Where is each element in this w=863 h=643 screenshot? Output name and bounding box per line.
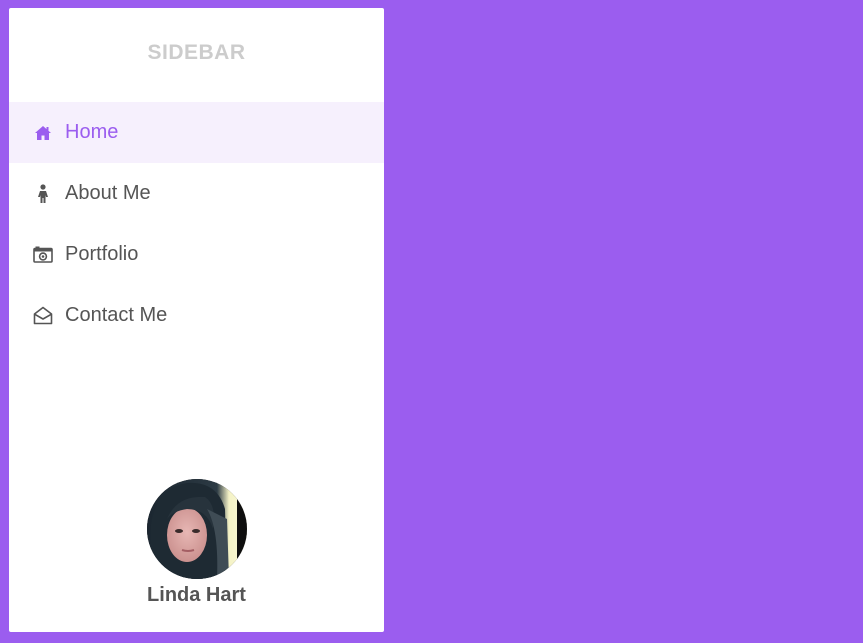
- sidebar-item-label: Home: [65, 121, 119, 143]
- avatar[interactable]: [146, 479, 247, 579]
- sidebar-item-label: About Me: [65, 182, 151, 204]
- sidebar-item-home[interactable]: Home: [9, 102, 384, 163]
- person-icon: [33, 183, 53, 204]
- sidebar-nav: Home About Me Portfolio Contact Me: [9, 102, 384, 346]
- sidebar-item-label: Portfolio: [65, 243, 139, 265]
- camera-icon: [33, 245, 53, 265]
- sidebar-item-contact-me[interactable]: Contact Me: [9, 285, 384, 346]
- sidebar-item-about-me[interactable]: About Me: [9, 163, 384, 224]
- sidebar-item-label: Contact Me: [65, 304, 168, 326]
- sidebar-title: SIDEBAR: [147, 41, 246, 64]
- sidebar-item-portfolio[interactable]: Portfolio: [9, 224, 384, 285]
- profile-section: Linda Hart: [9, 479, 384, 607]
- envelope-open-icon: [33, 306, 53, 326]
- home-icon: [33, 123, 53, 143]
- profile-name: Linda Hart: [147, 584, 246, 606]
- user-avatar-photo: [146, 479, 247, 579]
- sidebar: SIDEBAR Home About Me Portfolio Contact …: [9, 8, 384, 632]
